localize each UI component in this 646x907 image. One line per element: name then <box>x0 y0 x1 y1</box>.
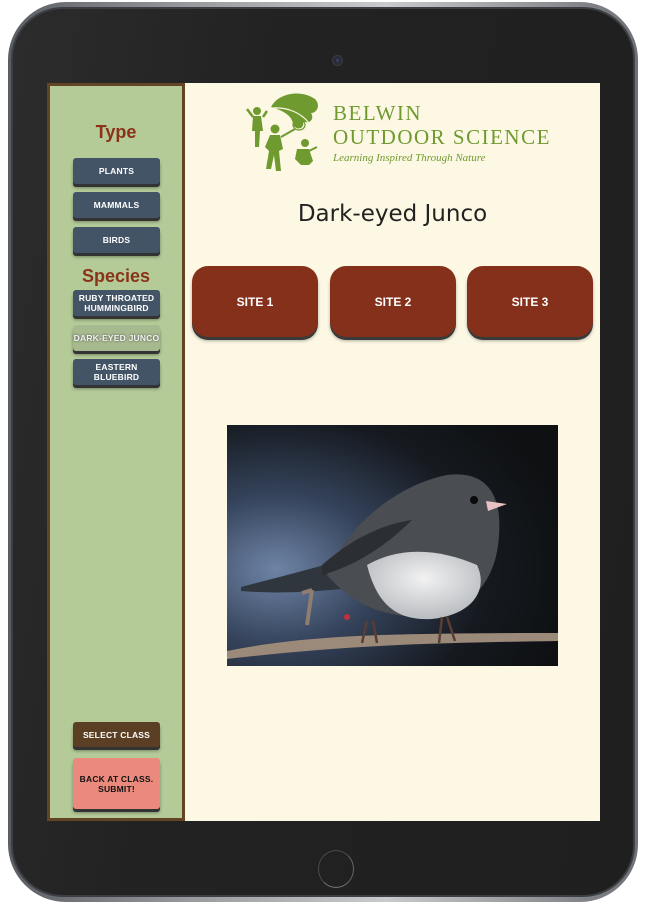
species-photo <box>227 425 558 666</box>
page-title: Dark-eyed Junco <box>297 201 488 227</box>
type-button-birds[interactable]: BIRDS <box>73 227 160 253</box>
home-button[interactable] <box>318 850 354 888</box>
species-button-eastern-bluebird[interactable]: EASTERN BLUEBIRD <box>73 359 160 385</box>
species-button-dark-eyed-junco[interactable]: DARK-EYED JUNCO <box>73 325 160 351</box>
type-button-mammals[interactable]: MAMMALS <box>73 192 160 218</box>
site-2-button[interactable]: SITE 2 <box>330 266 456 337</box>
belwin-logo: BELWIN OUTDOOR SCIENCE Learning Inspired… <box>243 89 549 179</box>
sidebar: Type PLANTS MAMMALS BIRDS Species RUBY T… <box>47 83 185 821</box>
submit-button[interactable]: BACK AT CLASS. SUBMIT! <box>73 758 160 809</box>
site-1-button[interactable]: SITE 1 <box>192 266 318 337</box>
camera-icon <box>332 55 343 66</box>
app-screen: Type PLANTS MAMMALS BIRDS Species RUBY T… <box>47 83 600 821</box>
logo-title: BELWIN OUTDOOR SCIENCE <box>333 101 551 149</box>
select-class-button[interactable]: SELECT CLASS <box>73 722 160 747</box>
bird-photo-image <box>227 425 558 666</box>
leaf-children-logo-icon <box>246 93 318 171</box>
type-heading: Type <box>95 122 137 142</box>
type-button-plants[interactable]: PLANTS <box>73 158 160 184</box>
site-3-button[interactable]: SITE 3 <box>467 266 593 337</box>
logo-line2: OUTDOOR SCIENCE <box>333 125 551 149</box>
logo-tagline: Learning Inspired Through Nature <box>333 152 486 164</box>
logo-line1: BELWIN <box>333 101 423 125</box>
species-button-ruby-throated-hummingbird[interactable]: RUBY THROATED HUMMINGBIRD <box>73 290 160 316</box>
main-content: BELWIN OUTDOOR SCIENCE Learning Inspired… <box>185 83 600 821</box>
species-heading: Species <box>81 266 151 286</box>
